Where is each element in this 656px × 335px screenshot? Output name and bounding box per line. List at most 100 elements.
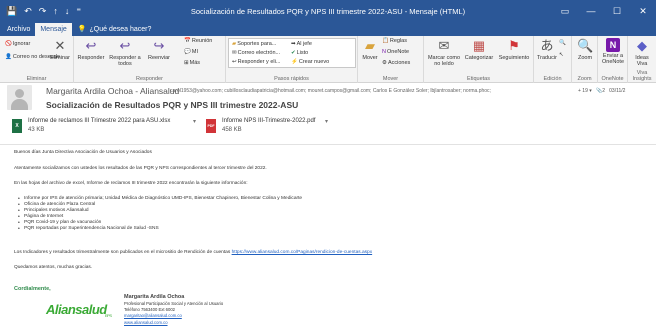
more-button[interactable]: ⊞Más bbox=[184, 60, 200, 66]
maximize-icon[interactable]: ☐ bbox=[604, 0, 630, 22]
junk-icon: 👤 bbox=[5, 54, 12, 60]
group-onenote: N Enviar a OneNote OneNote bbox=[598, 36, 628, 83]
rules-button[interactable]: 📋Reglas bbox=[382, 38, 407, 44]
sender-name[interactable]: Margarita Ardila Ochoa - Aliansalud bbox=[46, 86, 179, 96]
lightbulb-icon: 💡 bbox=[77, 26, 87, 33]
dropdown-icon[interactable]: ▾ bbox=[589, 88, 592, 94]
zoom-button[interactable]: 🔍 Zoom bbox=[574, 38, 596, 61]
attachment-size: 43 KB bbox=[28, 127, 45, 133]
group-zoom: 🔍 Zoom Zoom bbox=[572, 36, 598, 83]
attachment-xlsx[interactable]: X Informe de reclamos III Trimestre 2022… bbox=[10, 116, 196, 140]
delete-button[interactable]: ✕ Eliminar bbox=[48, 38, 72, 61]
translate-button[interactable]: あ Traducir bbox=[536, 38, 558, 61]
mail-icon: ✉ bbox=[232, 50, 237, 56]
mark-unread-button[interactable]: ✉ Marcar como no leído bbox=[426, 38, 462, 67]
excel-file-icon: X bbox=[12, 119, 22, 133]
ignore-button[interactable]: 🚫Ignorar bbox=[5, 41, 30, 47]
ribbon: 🚫Ignorar 👤Correo no deseado ✕ Eliminar El… bbox=[0, 36, 656, 83]
quick-access-toolbar: 💾 ↶ ↷ ↑ ↓ ⁼ bbox=[0, 6, 130, 17]
undo-icon[interactable]: ↶ bbox=[24, 6, 32, 17]
group-label: Viva Insights bbox=[632, 70, 652, 82]
quick-step-item[interactable]: ⚡Crear nuevo bbox=[291, 59, 329, 65]
attachment-pdf[interactable]: PDF Informe NPS III-Trimestre-2022.pdf 4… bbox=[204, 116, 334, 140]
group-label: Zoom bbox=[577, 76, 592, 82]
save-icon[interactable]: 💾 bbox=[6, 6, 17, 17]
down-arrow-icon[interactable]: ↓ bbox=[65, 6, 70, 16]
envelope-icon: ✉ bbox=[438, 38, 450, 53]
viva-insights-button[interactable]: ◆ Ideas Viva bbox=[630, 38, 654, 67]
categorize-icon: ▦ bbox=[472, 38, 486, 53]
group-eliminar: 🚫Ignorar 👤Correo no deseado ✕ Eliminar El… bbox=[0, 36, 74, 83]
onenote-move-button[interactable]: NOneNote bbox=[382, 49, 409, 55]
move-folder-icon: ▰ bbox=[365, 38, 375, 53]
tell-me-box[interactable]: 💡 ¿Qué desea hacer? bbox=[72, 23, 152, 36]
more-recipients[interactable]: + 19 bbox=[578, 88, 588, 94]
quick-step-item[interactable]: ✔Listo bbox=[291, 50, 308, 56]
group-edicion: あ Traducir 🔍 ↖ Edición bbox=[534, 36, 572, 83]
avatar-body bbox=[11, 99, 28, 110]
quick-step-item[interactable]: ▰Soportes para... bbox=[232, 41, 276, 47]
window-controls: ▭ — ☐ ✕ bbox=[552, 0, 656, 22]
message-date: 03/11/2 bbox=[609, 88, 626, 94]
categorize-button[interactable]: ▦ Categorizar bbox=[462, 38, 496, 61]
actions-button[interactable]: ⚙Acciones bbox=[382, 60, 410, 66]
group-label: Responder bbox=[136, 76, 163, 82]
reply-button[interactable]: ↩ Responder bbox=[76, 38, 106, 61]
attachment-size: 458 KB bbox=[222, 127, 242, 133]
avatar[interactable] bbox=[7, 85, 32, 110]
move-button[interactable]: ▰ Mover bbox=[360, 38, 380, 61]
message-header: Margarita Ardila Ochoa - Aliansalud caro… bbox=[0, 84, 656, 114]
attachment-name: Informe de reclamos III Trimestre 2022 p… bbox=[28, 118, 171, 124]
ignore-icon: 🚫 bbox=[5, 41, 12, 47]
check-icon: ✔ bbox=[291, 50, 296, 56]
actions-icon: ⚙ bbox=[382, 60, 387, 66]
tab-archivo[interactable]: Archivo bbox=[2, 23, 35, 36]
quick-step-item[interactable]: ↩Responder y eli... bbox=[232, 59, 280, 65]
rendicion-link[interactable]: https://www.aliansalud.com.co/Paginas/re… bbox=[232, 250, 373, 255]
folder-icon: ▰ bbox=[232, 41, 237, 47]
forward-button[interactable]: ↪ Reenviar bbox=[144, 38, 174, 61]
flag-icon: ⚑ bbox=[508, 38, 520, 53]
search-edit-button[interactable]: 🔍 bbox=[559, 40, 567, 46]
attachment-dropdown-icon[interactable]: ▾ bbox=[325, 118, 328, 125]
attachment-dropdown-icon[interactable]: ▾ bbox=[193, 118, 196, 125]
select-button[interactable]: ↖ bbox=[559, 52, 565, 58]
signature-web[interactable]: www.aliansalud.com.co bbox=[124, 320, 223, 326]
group-label: Pasos rápidos bbox=[274, 76, 309, 82]
closing-text: Cordialmente, bbox=[14, 286, 51, 292]
group-mover: ▰ Mover 📋Reglas NOneNote ⚙Acciones Mover bbox=[358, 36, 424, 83]
translate-icon: あ bbox=[540, 38, 554, 53]
thanks-line: Quedamos atentos, muchas gracias. bbox=[14, 265, 93, 270]
excel-note: En las hojas del archivo de excel, Infor… bbox=[14, 181, 248, 186]
group-responder: ↩ Responder ↩ Responder a todos ↪ Reenviar … bbox=[74, 36, 226, 83]
header-divider bbox=[0, 144, 656, 145]
group-label: Edición bbox=[543, 76, 562, 82]
signature-name: Margarita Ardila Ochoa bbox=[124, 294, 185, 300]
send-onenote-button[interactable]: N Enviar a OneNote bbox=[600, 38, 626, 65]
header-meta: + 19 ▾ 📎2 03/11/2 bbox=[578, 88, 625, 94]
up-arrow-icon[interactable]: ↑ bbox=[53, 6, 58, 16]
redo-icon[interactable]: ↷ bbox=[39, 6, 47, 17]
follow-up-button[interactable]: ⚑ Seguimiento bbox=[496, 38, 532, 61]
lightning-icon: ⚡ bbox=[291, 59, 298, 65]
group-etiquetas: ✉ Marcar como no leído ▦ Categorizar ⚑ Segu… bbox=[424, 36, 534, 83]
qat-more-icon[interactable]: ⁼ bbox=[76, 6, 81, 17]
quick-step-item[interactable]: ➡Al jefe bbox=[291, 41, 312, 47]
onenote-send-icon: N bbox=[606, 38, 620, 52]
group-label: Mover bbox=[382, 76, 399, 82]
quick-steps-gallery: ▰Soportes para... ✉Correo electrón... ↩R… bbox=[228, 38, 356, 68]
group-label: Etiquetas bbox=[467, 76, 490, 82]
reply-all-icon: ↩ bbox=[119, 38, 131, 53]
reply-all-button[interactable]: ↩ Responder a todos bbox=[106, 38, 144, 67]
tab-mensaje[interactable]: Mensaje bbox=[35, 23, 72, 36]
rules-icon: 📋 bbox=[382, 38, 389, 44]
meeting-button[interactable]: 📅Reunión bbox=[184, 38, 212, 44]
ribbon-display-icon[interactable]: ▭ bbox=[552, 0, 578, 22]
recipients-list[interactable]: carol1953@yahoo.com; cubillosclaudiapatr… bbox=[170, 88, 491, 94]
quick-step-item[interactable]: ✉Correo electrón... bbox=[232, 50, 280, 56]
minimize-icon[interactable]: — bbox=[578, 0, 604, 22]
list-item: PQR reportadas por Superintendencia Naci… bbox=[14, 226, 302, 232]
im-button[interactable]: 💬MI bbox=[184, 49, 198, 55]
arrow-icon: ➡ bbox=[291, 41, 296, 47]
close-icon[interactable]: ✕ bbox=[630, 0, 656, 22]
